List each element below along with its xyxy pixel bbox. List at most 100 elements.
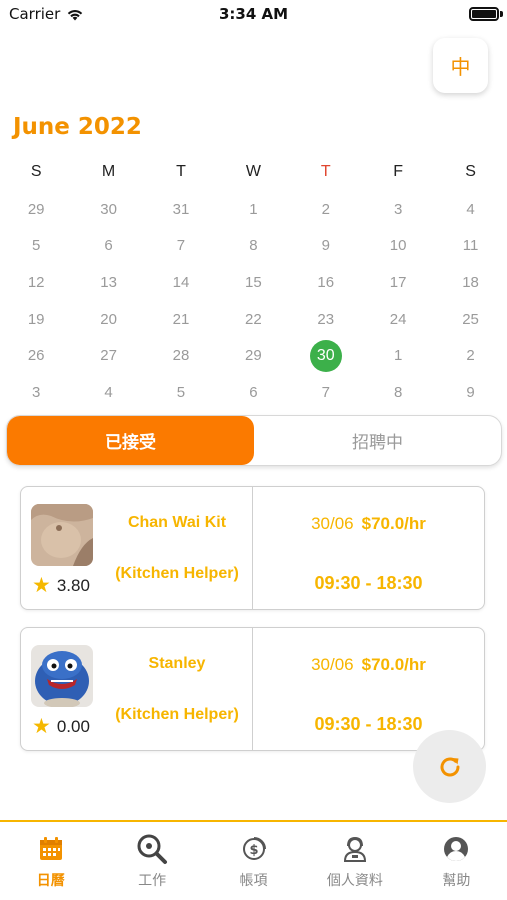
refresh-button[interactable] xyxy=(413,730,486,803)
tab-profile[interactable]: 個人資料 xyxy=(304,822,405,900)
tab-label: 工作 xyxy=(138,873,167,889)
calendar-week-row: 29 30 31 1 2 3 4 xyxy=(0,191,507,228)
calendar-day[interactable]: 10 xyxy=(362,227,434,264)
battery-cap xyxy=(500,11,503,17)
weekday-label: M xyxy=(101,163,116,181)
calendar-day[interactable]: 1 xyxy=(217,191,289,228)
star-icon: ★ xyxy=(32,574,51,597)
worker-photo-icon xyxy=(31,504,93,566)
calendar-day[interactable]: 5 xyxy=(0,227,72,264)
svg-text:$: $ xyxy=(249,843,258,858)
calendar-day[interactable]: 3 xyxy=(0,374,72,411)
job-rate: $70.0/hr xyxy=(361,655,426,674)
calendar-day[interactable]: 26 xyxy=(0,337,72,374)
weekday-label-today: T xyxy=(320,163,331,181)
calendar-day[interactable]: 9 xyxy=(434,374,506,411)
calendar-week-row: 5 6 7 8 9 10 11 xyxy=(0,227,507,264)
tab-help[interactable]: 幫助 xyxy=(406,822,507,900)
worker-name: Chan Wai Kit xyxy=(127,514,227,531)
star-icon: ★ xyxy=(32,715,51,738)
calendar-week-row: 19 20 21 22 23 24 25 xyxy=(0,301,507,338)
calendar-day[interactable]: 6 xyxy=(72,227,144,264)
tab-recruiting[interactable]: 招聘中 xyxy=(254,416,501,465)
calendar-day[interactable]: 6 xyxy=(217,374,289,411)
calendar-day[interactable]: 19 xyxy=(0,301,72,338)
job-status-segmented-control: 已接受 招聘中 xyxy=(6,415,502,466)
job-date-rate: 30/06 $70.0/hr xyxy=(253,655,484,675)
job-schedule: 30/06 $70.0/hr 09:30 - 18:30 xyxy=(253,487,484,609)
calendar-day[interactable]: 12 xyxy=(0,264,72,301)
tab-jobs[interactable]: 工作 xyxy=(101,822,202,900)
calendar-day-selected[interactable]: 30 xyxy=(290,337,362,374)
job-card[interactable]: ★ 3.80 Chan Wai Kit (Kitchen Helper) 30/… xyxy=(20,486,485,610)
worker-info: ★ 0.00 Stanley (Kitchen Helper) xyxy=(21,628,253,750)
tab-label: 日曆 xyxy=(36,873,65,889)
calendar-day[interactable]: 22 xyxy=(217,301,289,338)
worker-name: Stanley xyxy=(148,655,206,672)
calendar-day[interactable]: 1 xyxy=(362,337,434,374)
calendar-day[interactable]: 28 xyxy=(145,337,217,374)
calendar-day[interactable]: 8 xyxy=(362,374,434,411)
calendar-day[interactable]: 7 xyxy=(145,227,217,264)
job-card[interactable]: ★ 0.00 Stanley (Kitchen Helper) 30/06 $70… xyxy=(20,627,485,751)
worker-role: (Kitchen Helper) xyxy=(115,706,239,723)
tab-accepted[interactable]: 已接受 xyxy=(7,416,254,465)
calendar-day[interactable]: 15 xyxy=(217,264,289,301)
calendar-day[interactable]: 21 xyxy=(145,301,217,338)
calendar-day[interactable]: 11 xyxy=(434,227,506,264)
bottom-tab-bar: 日曆 工作 $ 帳項 個人資料 幫助 xyxy=(0,820,507,900)
tab-calendar[interactable]: 日曆 xyxy=(0,822,101,900)
dollar-icon: $ xyxy=(237,832,271,866)
calendar-day[interactable]: 29 xyxy=(0,191,72,228)
worker-rating: ★ 3.80 xyxy=(32,575,90,596)
calendar-day[interactable]: 29 xyxy=(217,337,289,374)
worker-info: ★ 3.80 Chan Wai Kit (Kitchen Helper) xyxy=(21,487,253,609)
calendar-day[interactable]: 9 xyxy=(290,227,362,264)
refresh-icon xyxy=(440,757,459,776)
worker-rating: ★ 0.00 xyxy=(32,716,90,737)
calendar-week-row: 26 27 28 29 30 1 2 xyxy=(0,337,507,374)
user-circle-icon xyxy=(439,832,473,866)
calendar-day[interactable]: 14 xyxy=(145,264,217,301)
calendar-day[interactable]: 8 xyxy=(217,227,289,264)
calendar-week-row: 12 13 14 15 16 17 18 xyxy=(0,264,507,301)
calendar-day[interactable]: 18 xyxy=(434,264,506,301)
calendar-icon xyxy=(34,832,68,866)
calendar-day[interactable]: 20 xyxy=(72,301,144,338)
calendar-day[interactable]: 2 xyxy=(290,191,362,228)
language-toggle-button[interactable]: 中 xyxy=(433,38,488,93)
tab-accounts[interactable]: $ 帳項 xyxy=(203,822,304,900)
calendar-day[interactable]: 4 xyxy=(434,191,506,228)
calendar-day[interactable]: 24 xyxy=(362,301,434,338)
rating-value: 3.80 xyxy=(56,575,90,595)
weekday-label: W xyxy=(245,163,261,181)
calendar-day[interactable]: 2 xyxy=(434,337,506,374)
weekday-label: S xyxy=(30,163,42,181)
worker-role: (Kitchen Helper) xyxy=(115,565,239,582)
profile-icon xyxy=(338,832,372,866)
calendar-day[interactable]: 13 xyxy=(72,264,144,301)
status-bar: Carrier 3:34 AM xyxy=(0,0,507,30)
calendar-day[interactable]: 3 xyxy=(362,191,434,228)
calendar-day[interactable]: 23 xyxy=(290,301,362,338)
calendar-weekday-row: S M T W T F S xyxy=(0,154,507,191)
tab-label: 帳項 xyxy=(239,873,268,889)
calendar-day[interactable]: 7 xyxy=(290,374,362,411)
job-time: 09:30 - 18:30 xyxy=(314,573,423,593)
worker-avatar xyxy=(31,504,93,566)
selected-day-marker: 30 xyxy=(309,339,342,372)
job-date-rate: 30/06 $70.0/hr xyxy=(253,514,484,534)
calendar-day[interactable]: 4 xyxy=(72,374,144,411)
search-icon xyxy=(135,832,169,866)
status-time: 3:34 AM xyxy=(218,5,289,23)
rating-value: 0.00 xyxy=(56,716,90,736)
blue-plush-toy-icon xyxy=(31,645,93,707)
job-rate: $70.0/hr xyxy=(361,514,426,533)
calendar-day[interactable]: 27 xyxy=(72,337,144,374)
calendar-day[interactable]: 16 xyxy=(290,264,362,301)
calendar-day[interactable]: 5 xyxy=(145,374,217,411)
calendar-day[interactable]: 25 xyxy=(434,301,506,338)
calendar-day[interactable]: 31 xyxy=(145,191,217,228)
calendar-day[interactable]: 17 xyxy=(362,264,434,301)
calendar-day[interactable]: 30 xyxy=(72,191,144,228)
